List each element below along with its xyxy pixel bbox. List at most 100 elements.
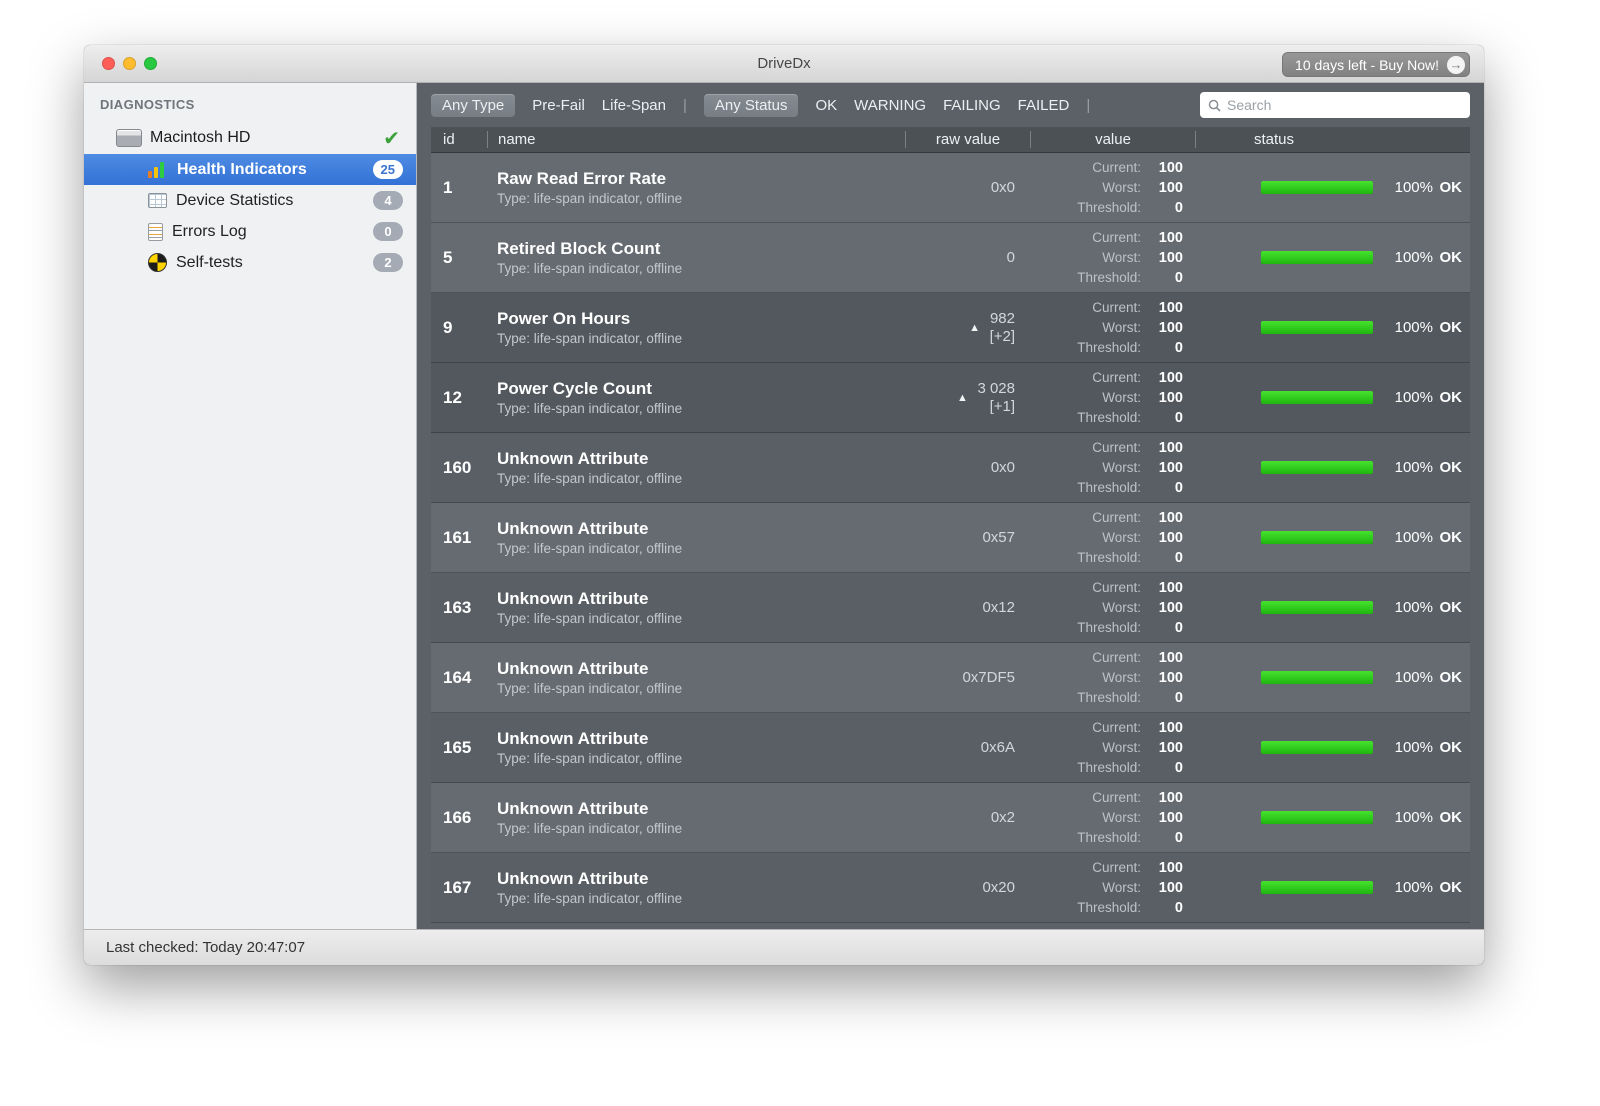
health-percent: 100% (1394, 459, 1433, 476)
log-document-icon (148, 222, 163, 241)
sidebar-item-device-statistics[interactable]: Device Statistics 4 (84, 185, 416, 216)
sidebar-item-health-indicators[interactable]: Health Indicators 25 (84, 154, 416, 185)
sidebar-item-self-tests[interactable]: Self-tests 2 (84, 247, 416, 278)
last-checked-text: Last checked: Today 20:47:07 (106, 939, 306, 956)
filter-any-status[interactable]: Any Status (703, 93, 799, 117)
raw-value-cell: 0x2 (905, 809, 1030, 827)
current-label: Current: (1092, 159, 1141, 175)
filter-failing[interactable]: FAILING (943, 97, 1001, 114)
current-label: Current: (1092, 719, 1141, 735)
table-scroll-area[interactable]: 1 Raw Read Error Rate Type: life-span in… (431, 153, 1470, 929)
status-cell: 100% OK (1195, 319, 1470, 336)
table-row[interactable]: 163 Unknown Attribute Type: life-span in… (431, 573, 1470, 643)
filter-life-span[interactable]: Life-Span (602, 97, 666, 114)
threshold-value: 0 (1174, 549, 1183, 566)
current-label: Current: (1092, 299, 1141, 315)
current-value: 100 (1158, 159, 1183, 176)
health-percent: 100% (1394, 599, 1433, 616)
table-row[interactable]: 167 Unknown Attribute Type: life-span in… (431, 853, 1470, 923)
attribute-type: Type: life-span indicator, offline (497, 611, 683, 626)
health-bar-fill (1261, 251, 1373, 264)
filter-warning[interactable]: WARNING (854, 97, 926, 114)
table-row[interactable]: 161 Unknown Attribute Type: life-span in… (431, 503, 1470, 573)
table-row[interactable]: 1 Raw Read Error Rate Type: life-span in… (431, 153, 1470, 223)
filter-ok[interactable]: OK (815, 97, 837, 114)
table-row[interactable]: 5 Retired Block Count Type: life-span in… (431, 223, 1470, 293)
sidebar-item-label: Device Statistics (176, 191, 294, 209)
self-test-icon (148, 253, 167, 272)
table-row[interactable]: 12 Power Cycle Count Type: life-span ind… (431, 363, 1470, 433)
status-cell: 100% OK (1195, 249, 1470, 266)
attribute-name: Raw Read Error Rate (497, 169, 667, 188)
raw-value: 0x2 (990, 808, 1015, 826)
value-cell: Current: 100 Worst: 100 Threshold: 0 (1030, 858, 1195, 918)
search-input[interactable] (1227, 97, 1462, 113)
worst-label: Worst: (1102, 809, 1141, 825)
raw-value: 0x0 (990, 458, 1015, 476)
column-header-raw-value: raw value (905, 131, 1030, 148)
raw-value-cell: 0x12 (905, 599, 1030, 617)
attribute-id: 5 (443, 247, 453, 267)
health-percent: 100% (1394, 669, 1433, 686)
current-value: 100 (1158, 719, 1183, 736)
status-cell: 100% OK (1195, 529, 1470, 546)
current-value: 100 (1158, 369, 1183, 386)
value-cell: Current: 100 Worst: 100 Threshold: 0 (1030, 718, 1195, 778)
table-row[interactable]: 9 Power On Hours Type: life-span indicat… (431, 293, 1470, 363)
raw-values: 0x12 (982, 599, 1015, 617)
current-value: 100 (1158, 299, 1183, 316)
current-label: Current: (1092, 229, 1141, 245)
attribute-name: Unknown Attribute (497, 519, 649, 538)
table-row[interactable]: 164 Unknown Attribute Type: life-span in… (431, 643, 1470, 713)
worst-label: Worst: (1102, 459, 1141, 475)
arrow-right-icon: → (1447, 55, 1465, 74)
raw-values: 3 028 [+1] (977, 380, 1015, 416)
checkmark-icon: ✔ (383, 127, 400, 150)
device-label: Macintosh HD (150, 129, 251, 146)
raw-value-delta: [+2] (989, 327, 1015, 345)
threshold-label: Threshold: (1077, 339, 1141, 355)
sidebar-item-label: Errors Log (172, 222, 247, 240)
health-bar-fill (1261, 671, 1373, 684)
filter-pre-fail[interactable]: Pre-Fail (532, 97, 585, 114)
minimize-button[interactable] (123, 57, 136, 70)
count-badge: 2 (373, 253, 403, 272)
worst-value: 100 (1158, 529, 1183, 546)
buy-now-button[interactable]: 10 days left - Buy Now! → (1282, 52, 1470, 77)
filter-any-type[interactable]: Any Type (431, 93, 516, 117)
zoom-button[interactable] (144, 57, 157, 70)
table-row[interactable]: 166 Unknown Attribute Type: life-span in… (431, 783, 1470, 853)
health-bar-fill (1261, 531, 1373, 544)
raw-values: 0x57 (982, 529, 1015, 547)
raw-value-cell: 0x0 (905, 459, 1030, 477)
filter-separator: | (1086, 96, 1091, 114)
sidebar-item-errors-log[interactable]: Errors Log 0 (84, 216, 416, 247)
health-bar-fill (1261, 881, 1373, 894)
sidebar-device-macintosh-hd[interactable]: Macintosh HD ✔ (84, 122, 416, 154)
table-grid-icon (148, 193, 167, 208)
attribute-id: 12 (443, 387, 462, 407)
attribute-id: 160 (443, 457, 472, 477)
attribute-name: Unknown Attribute (497, 729, 649, 748)
filter-failed[interactable]: FAILED (1018, 97, 1070, 114)
health-percent: 100% (1394, 809, 1433, 826)
sidebar-header: DIAGNOSTICS (100, 97, 195, 112)
column-header-name: name (487, 131, 905, 148)
table-row[interactable]: 165 Unknown Attribute Type: life-span in… (431, 713, 1470, 783)
status-cell: 100% OK (1195, 669, 1470, 686)
status-badge: OK (1439, 809, 1463, 826)
current-label: Current: (1092, 649, 1141, 665)
count-badge: 4 (373, 191, 403, 210)
app-window: DriveDx 10 days left - Buy Now! → DIAGNO… (84, 45, 1484, 965)
current-value: 100 (1158, 439, 1183, 456)
column-header-status: status (1195, 131, 1470, 148)
table-row[interactable]: 160 Unknown Attribute Type: life-span in… (431, 433, 1470, 503)
close-button[interactable] (102, 57, 115, 70)
current-value: 100 (1158, 579, 1183, 596)
search-box (1200, 92, 1470, 118)
raw-values: 0x20 (982, 879, 1015, 897)
raw-value-cell: ▲ 3 028 [+1] (905, 380, 1030, 416)
sidebar: DIAGNOSTICS Macintosh HD ✔ Health Indica… (84, 83, 417, 929)
value-cell: Current: 100 Worst: 100 Threshold: 0 (1030, 508, 1195, 568)
health-bar-fill (1261, 461, 1373, 474)
